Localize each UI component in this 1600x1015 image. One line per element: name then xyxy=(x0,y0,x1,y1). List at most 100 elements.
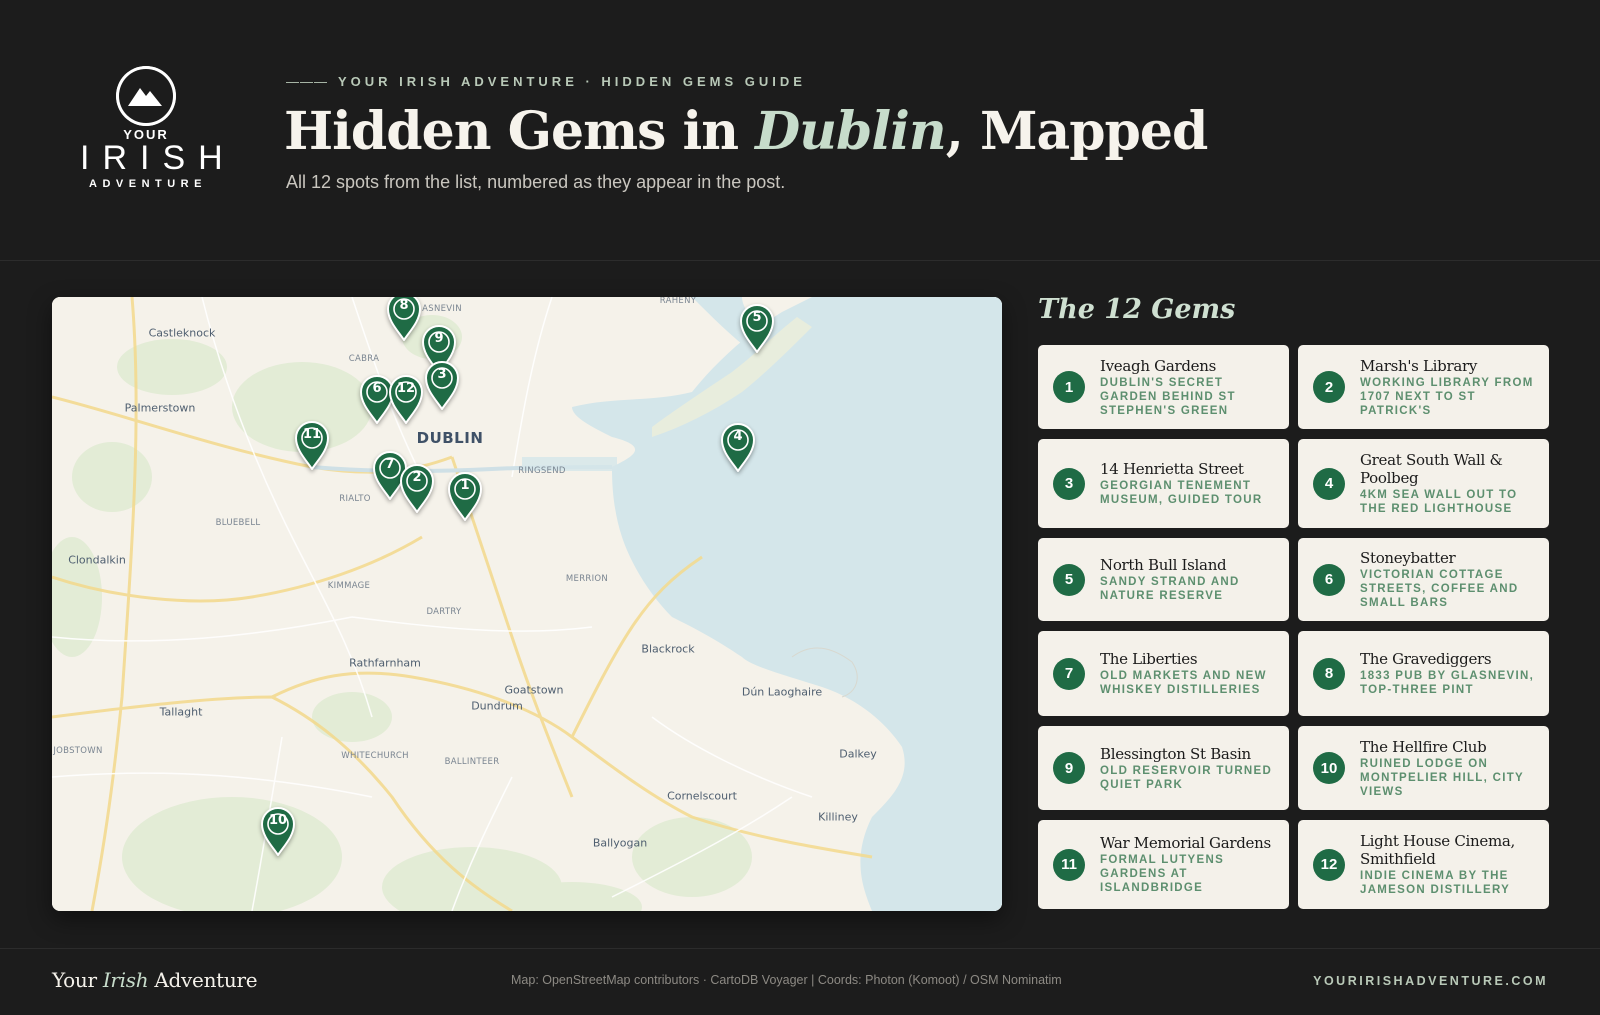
gem-card[interactable]: 7 The Liberties Old markets and new whiske… xyxy=(1038,631,1289,716)
gem-card[interactable]: 11 War Memorial Gardens Formal Lutyens gar… xyxy=(1038,820,1289,909)
place-label: BLUEBELL xyxy=(215,518,261,528)
gem-text: Stoneybatter Victorian cottage streets, c… xyxy=(1360,549,1537,610)
place-label: Clondalkin xyxy=(68,553,126,567)
title-emphasis: Dublin xyxy=(755,101,947,162)
place-label: Dalkey xyxy=(839,747,877,761)
gem-text: Iveagh Gardens Dublin's secret garden beh… xyxy=(1100,357,1277,418)
gem-name: Great South Wall & Poolbeg xyxy=(1360,451,1503,487)
gem-number-badge: 12 xyxy=(1313,848,1345,881)
place-label: MERRION xyxy=(565,574,609,584)
page-title: Hidden Gems in Dublin, Mapped xyxy=(284,100,1209,164)
gem-card[interactable]: 2 Marsh's Library Working library from 170… xyxy=(1298,345,1549,429)
gem-text: North Bull Island Sandy strand and nature… xyxy=(1100,556,1277,603)
website-link[interactable]: YOURIRISHADVENTURE.COM xyxy=(1313,974,1548,988)
gem-number-badge: 10 xyxy=(1313,752,1345,784)
map-pin-1[interactable]: 1 xyxy=(447,471,483,521)
map-pin-number: 3 xyxy=(437,367,447,382)
map-pin-5[interactable]: 5 xyxy=(739,303,775,353)
place-label: Rathfarnham xyxy=(349,656,421,670)
map-pin-12[interactable]: 12 xyxy=(388,374,424,424)
gem-text: War Memorial Gardens Formal Lutyens garde… xyxy=(1100,834,1277,895)
dublin-map[interactable]: Castleknock ASNEVIN RAHENY CABRA Palmerstown… xyxy=(52,297,1002,911)
gem-description: Old markets and new whiskey distilleries xyxy=(1100,670,1267,696)
gem-description: Working library from 1707 next to St Pat… xyxy=(1360,376,1534,417)
gem-card[interactable]: 3 14 Henrietta Street Georgian tenement mu… xyxy=(1038,439,1289,528)
gem-name: Light House Cinema, Smithfield xyxy=(1360,832,1515,868)
map-pin-number: 11 xyxy=(302,427,322,442)
map-pin-number: 2 xyxy=(412,470,422,485)
place-label: Killiney xyxy=(818,810,858,824)
gem-name: Iveagh Gardens xyxy=(1100,356,1216,375)
footer-brand-emphasis: Irish xyxy=(102,968,149,992)
gem-description: Old reservoir turned quiet park xyxy=(1100,764,1273,791)
place-label: Tallaght xyxy=(159,705,203,719)
place-label: Dún Laoghaire xyxy=(741,685,823,699)
gem-card[interactable]: 6 Stoneybatter Victorian cottage streets, … xyxy=(1298,538,1549,621)
place-label: RINGSEND xyxy=(518,466,566,476)
map-attribution: Map: OpenStreetMap contributors · CartoD… xyxy=(511,973,1062,987)
map-pin-number: 12 xyxy=(396,381,416,396)
gem-name: 14 Henrietta Street xyxy=(1100,460,1244,478)
place-label: Castleknock xyxy=(148,326,216,340)
gem-description: Ruined lodge on Montpelier Hill, city vi… xyxy=(1360,757,1524,798)
map-pin-2[interactable]: 2 xyxy=(399,463,435,513)
place-label: WHITECHURCH xyxy=(341,751,409,761)
gem-number-badge: 11 xyxy=(1053,848,1085,881)
gem-number-badge: 2 xyxy=(1313,371,1345,403)
place-label: DARTRY xyxy=(426,607,462,617)
header-kicker: ——— YOUR IRISH ADVENTURE · HIDDEN GEMS GU… xyxy=(286,74,806,89)
title-part-1: Hidden Gems in xyxy=(284,101,756,162)
map-pin-4[interactable]: 4 xyxy=(720,422,756,472)
place-label: CABRA xyxy=(348,354,380,364)
gem-card[interactable]: 4 Great South Wall & Poolbeg 4km sea wall … xyxy=(1298,439,1549,528)
gem-text: The Gravediggers 1833 pub by Glasnevin, t… xyxy=(1360,650,1537,697)
gem-card[interactable]: 12 Light House Cinema, Smithfield Indie ci… xyxy=(1298,820,1549,909)
map-pin-number: 1 xyxy=(460,478,470,493)
gem-name: The Hellfire Club xyxy=(1360,737,1487,756)
gem-name: The Liberties xyxy=(1100,650,1198,668)
map-pin-11[interactable]: 11 xyxy=(294,420,330,470)
gem-description: 4km sea wall out to the red lighthouse xyxy=(1360,489,1518,515)
place-label: RIALTO xyxy=(339,494,371,504)
gem-description: Indie cinema by the Jameson Distillery xyxy=(1360,870,1511,896)
map-pin-3[interactable]: 3 xyxy=(424,360,460,410)
gem-description: Formal Lutyens gardens at Islandbridge xyxy=(1100,854,1225,894)
gem-card[interactable]: 10 The Hellfire Club Ruined lodge on Montp… xyxy=(1298,726,1549,810)
gem-description: Sandy strand and nature reserve xyxy=(1100,576,1240,602)
gem-text: Blessington St Basin Old reservoir turned… xyxy=(1100,745,1277,792)
logo-word-adventure: ADVENTURE xyxy=(89,178,207,190)
footer-brand-part-2: Adventure xyxy=(148,968,258,992)
map-pin-10[interactable]: 10 xyxy=(260,806,296,856)
map-pin-number: 9 xyxy=(434,331,444,346)
place-label: Palmerstown xyxy=(124,401,196,415)
place-label: Ballyogan xyxy=(592,836,648,850)
gem-description: 1833 pub by Glasnevin, top-three pint xyxy=(1360,670,1535,696)
gem-text: Great South Wall & Poolbeg 4km sea wall o… xyxy=(1360,451,1537,516)
gem-card[interactable]: 5 North Bull Island Sandy strand and natur… xyxy=(1038,538,1289,621)
gem-name: Blessington St Basin xyxy=(1100,744,1251,763)
gem-card[interactable]: 1 Iveagh Gardens Dublin's secret garden be… xyxy=(1038,345,1289,429)
gem-name: Stoneybatter xyxy=(1360,549,1456,567)
gem-text: Marsh's Library Working library from 1707… xyxy=(1360,357,1537,418)
mountain-icon xyxy=(116,66,176,126)
gem-description: Dublin's secret garden behind St Stephen… xyxy=(1100,376,1236,417)
gems-list-title: The 12 Gems xyxy=(1038,294,1236,325)
place-label: Goatstown xyxy=(504,683,564,697)
footer-brand[interactable]: Your Irish Adventure xyxy=(52,968,258,992)
gem-name: The Gravediggers xyxy=(1360,650,1492,668)
gem-description: Victorian cottage streets, coffee and sm… xyxy=(1360,569,1519,609)
place-label: ASNEVIN xyxy=(422,304,462,314)
gem-text: The Hellfire Club Ruined lodge on Montpel… xyxy=(1360,738,1537,799)
kicker-dash: ——— xyxy=(286,74,328,89)
title-part-2: , Mapped xyxy=(945,101,1209,162)
map-pin-8[interactable]: 8 xyxy=(386,297,422,341)
gem-number-badge: 9 xyxy=(1053,752,1085,784)
gem-text: 14 Henrietta Street Georgian tenement mus… xyxy=(1100,460,1277,507)
place-label: Blackrock xyxy=(641,642,695,656)
place-label: JOBSTOWN xyxy=(53,746,103,756)
gem-card[interactable]: 8 The Gravediggers 1833 pub by Glasnevin, … xyxy=(1298,631,1549,716)
gem-name: Marsh's Library xyxy=(1360,356,1478,375)
brand-logo[interactable]: YOUR IRISH ADVENTURE xyxy=(70,66,223,196)
gem-card[interactable]: 9 Blessington St Basin Old reservoir turne… xyxy=(1038,726,1289,810)
gems-list: 1 Iveagh Gardens Dublin's secret garden be… xyxy=(1038,345,1549,911)
